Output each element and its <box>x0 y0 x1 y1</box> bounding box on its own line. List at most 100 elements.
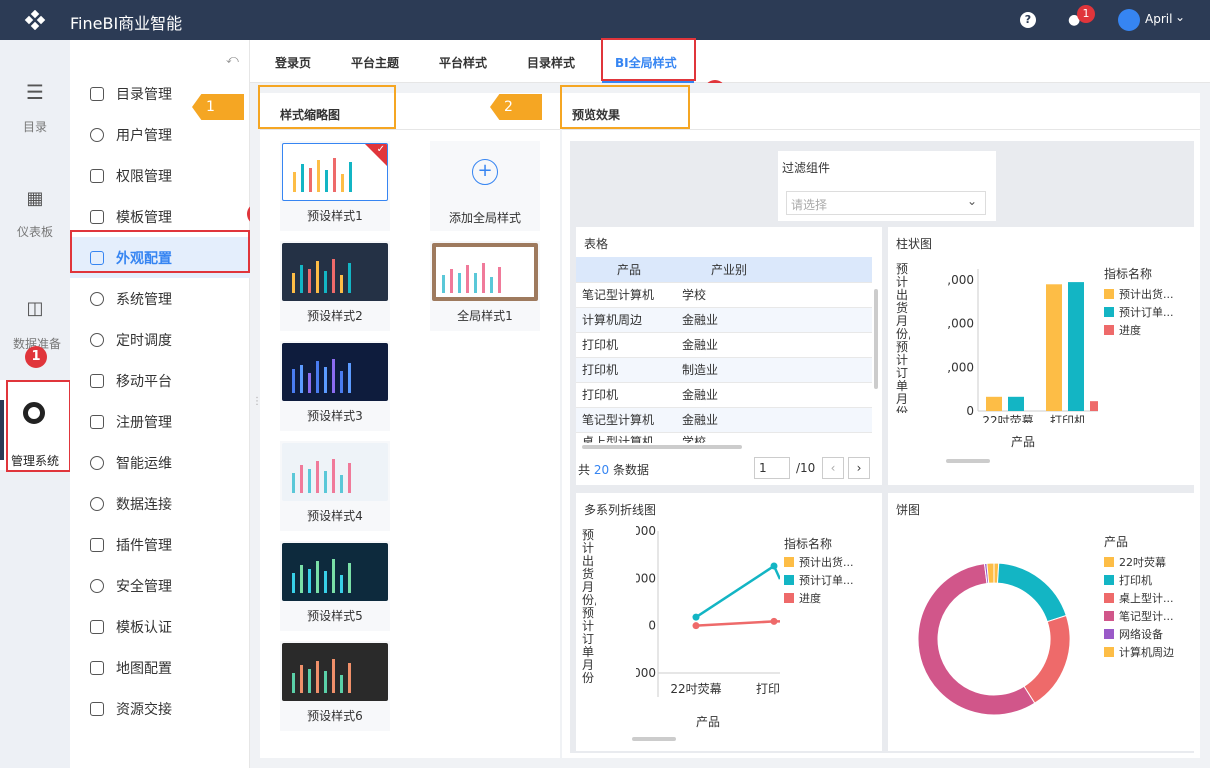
x-tick-label: 22吋荧幕 <box>982 414 1033 423</box>
table-cell: 桌上型计算机 <box>582 435 655 443</box>
pin-icon[interactable]: ⤺ <box>226 52 239 67</box>
table-cell: 制造业 <box>676 357 776 383</box>
y-tick-label: 6,000 <box>948 273 974 287</box>
nav-label: 数据连接 <box>116 496 172 513</box>
legend-item[interactable]: 预计订单... <box>784 571 854 589</box>
chart-scrollbar[interactable] <box>632 737 676 741</box>
widget-title: 多系列折线图 <box>584 503 657 517</box>
tab-catalog-style[interactable]: 目录样式 <box>527 54 575 71</box>
widget-title: 表格 <box>584 237 609 251</box>
drag-handle-icon[interactable]: ⋮ <box>252 396 262 407</box>
line-chart-widget: 多系列折线图 预计出货月份,预计订单月份 10,000 5,000 0 -5,000 2… <box>576 493 882 751</box>
nav-item-handover[interactable]: 资源交接 <box>70 688 250 729</box>
tab-platform-style[interactable]: 平台样式 <box>439 54 487 71</box>
nav-label: 移动平台 <box>116 373 172 390</box>
filter-title: 过滤组件 <box>782 161 831 175</box>
legend-item[interactable]: 预计出货... <box>1104 285 1174 303</box>
table-cell: 学校 <box>682 435 707 443</box>
bar <box>1090 401 1098 411</box>
nav-item-system[interactable]: 系统管理 <box>70 278 250 319</box>
add-global-style-button[interactable]: + 添加全局样式 <box>430 141 540 231</box>
tab-platform-theme[interactable]: 平台主题 <box>351 54 399 71</box>
legend-item[interactable]: 进度 <box>784 589 854 607</box>
table-row[interactable]: 笔记型计算机 学校 <box>576 282 872 308</box>
nav-item-ops[interactable]: 智能运维 <box>70 442 250 483</box>
certificate-icon <box>90 619 104 634</box>
rail-label: 仪表板 <box>16 225 53 239</box>
bar <box>1046 284 1062 411</box>
nav-item-registration[interactable]: 注册管理 <box>70 401 250 442</box>
shield-icon <box>90 578 104 593</box>
legend-item[interactable]: 网络设备 <box>1104 625 1174 643</box>
tab-login[interactable]: 登录页 <box>275 54 311 71</box>
highlight-box <box>601 38 696 81</box>
column-header[interactable]: 产业别 <box>676 257 776 283</box>
legend-item[interactable]: 桌上型计... <box>1104 589 1174 607</box>
nav-item-data-connection[interactable]: 数据连接 <box>70 483 250 524</box>
table-cell: 打印机 <box>576 382 676 408</box>
legend-item[interactable]: 预计订单... <box>1104 303 1174 321</box>
legend-item[interactable]: 计算机周边 <box>1104 643 1174 661</box>
tab-bar: 登录页 平台主题 平台样式 目录样式 BI全局样式 <box>250 38 1210 83</box>
nav-item-permissions[interactable]: 权限管理 <box>70 155 250 196</box>
nav-item-security[interactable]: 安全管理 <box>70 565 250 606</box>
column-header[interactable]: 产品 <box>576 257 676 283</box>
nav-item-schedule[interactable]: 定时调度 <box>70 319 250 360</box>
thumb-preset-4[interactable]: 预设样式4 <box>280 441 390 531</box>
nav-item-users[interactable]: 用户管理 <box>70 114 250 155</box>
thumb-global-1[interactable]: 全局样式1 <box>430 241 540 331</box>
data-point <box>770 562 778 570</box>
thumb-preset-2[interactable]: 预设样式2 <box>280 241 390 331</box>
thumb-preset-6[interactable]: 预设样式6 <box>280 641 390 731</box>
next-page-button[interactable]: › <box>848 457 870 479</box>
nav-item-certification[interactable]: 模板认证 <box>70 606 250 647</box>
widget-title: 饼图 <box>896 503 921 517</box>
avatar[interactable] <box>1118 9 1140 31</box>
table-row[interactable]: 打印机 制造业 <box>576 357 872 383</box>
clock-icon <box>90 332 104 347</box>
legend-item[interactable]: 打印机 <box>1104 571 1174 589</box>
filter-select[interactable]: 请选择 ⌄ <box>786 191 986 215</box>
page-input[interactable]: 1 <box>754 457 790 479</box>
rail-item-catalog[interactable]: ☰ 目录 <box>0 80 70 135</box>
table-row[interactable]: 笔记型计算机 金融业 <box>576 407 872 433</box>
thumb-label: 预设样式3 <box>307 409 363 423</box>
nav-item-map[interactable]: 地图配置 <box>70 647 250 688</box>
table-row[interactable]: 打印机 金融业 <box>576 332 872 358</box>
table-row-clipped: 桌上型计算机 学校 <box>576 433 872 443</box>
thumb-preset-5[interactable]: 预设样式5 <box>280 541 390 631</box>
table-cell: 笔记型计算机 <box>576 282 676 308</box>
legend-item[interactable]: 预计出货... <box>784 553 854 571</box>
thumb-preset-1[interactable]: ✓ 预设样式1 <box>280 141 390 231</box>
thumb-label: 预设样式2 <box>307 309 363 323</box>
step-badge: 1 <box>25 346 47 368</box>
legend-title: 产品 <box>1104 535 1129 549</box>
prev-page-button[interactable]: ‹ <box>822 457 844 479</box>
filter-widget: 过滤组件 请选择 ⌄ <box>778 151 996 221</box>
thumb-preset-3[interactable]: 预设样式3 <box>280 341 390 431</box>
lock-icon <box>90 168 104 183</box>
highlight-box <box>70 230 250 273</box>
nav-label: 安全管理 <box>116 578 172 595</box>
rail-item-dashboard[interactable]: ▦ 仪表板 <box>0 188 70 240</box>
rail-item-data-prep[interactable]: ◫ 数据准备 <box>0 298 70 352</box>
nav-item-plugins[interactable]: 插件管理 <box>70 524 250 565</box>
help-icon[interactable]: ? <box>1020 12 1036 28</box>
chart-scrollbar[interactable] <box>946 459 990 463</box>
chevron-down-icon[interactable]: ⌄ <box>1175 10 1185 24</box>
database-icon: ◫ <box>26 298 44 319</box>
nav-item-mobile[interactable]: 移动平台 <box>70 360 250 401</box>
chevron-down-icon: ⌄ <box>966 194 977 208</box>
legend-item[interactable]: 22吋荧幕 <box>1104 553 1174 571</box>
legend: 预计出货... 预计订单... 进度 <box>784 553 854 607</box>
table-row[interactable]: 计算机周边 金融业 <box>576 307 872 333</box>
row-count: 共 20 条数据 <box>578 463 649 477</box>
vertical-scrollbar[interactable] <box>874 289 878 389</box>
horizontal-scrollbar[interactable] <box>582 445 742 449</box>
thumb-image: ✓ <box>282 143 388 201</box>
table-row[interactable]: 打印机 金融业 <box>576 382 872 408</box>
app-title: FineBI商业智能 <box>70 14 183 33</box>
user-name[interactable]: April <box>1145 12 1172 26</box>
legend-item[interactable]: 笔记型计... <box>1104 607 1174 625</box>
legend-item[interactable]: 进度 <box>1104 321 1174 339</box>
